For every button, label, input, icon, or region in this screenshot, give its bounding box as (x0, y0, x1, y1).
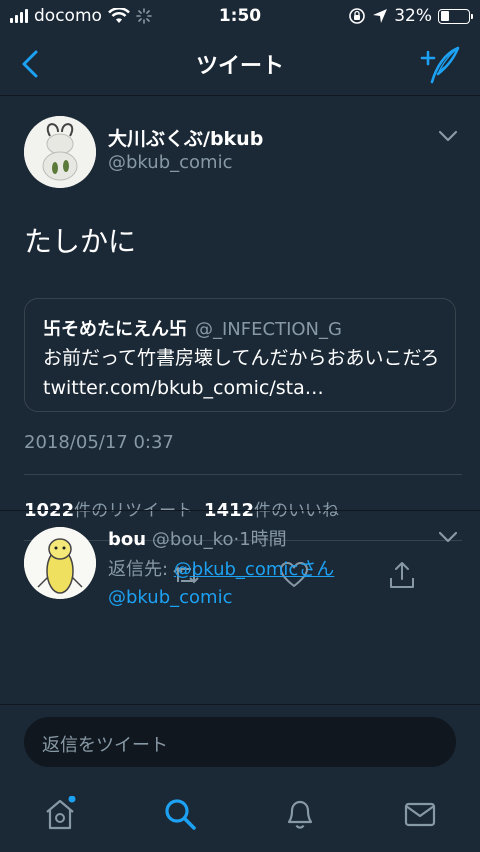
nav-bar: ツイート (0, 34, 480, 96)
orientation-lock-icon (349, 8, 366, 24)
notification-dot (68, 796, 76, 803)
reply-composer-bar: 返信をツイート (0, 704, 480, 782)
status-bar: docomo 1:50 32% (0, 0, 480, 34)
author-avatar[interactable] (24, 116, 96, 188)
tweet-text: たしかに (24, 225, 137, 258)
tab-bar (0, 782, 480, 852)
reply-author-avatar[interactable] (24, 527, 96, 599)
reply-author-handle[interactable]: @bou_ko (152, 529, 234, 550)
reply-author-name[interactable]: bou (108, 529, 146, 550)
quoted-tweet-header: 卐そめたにえん卐 @_INFECTION_G (43, 315, 342, 341)
author-handle[interactable]: @bkub_comic (108, 152, 232, 173)
battery-icon (438, 8, 473, 24)
location-icon (373, 9, 388, 23)
reply-composer-input[interactable]: 返信をツイート (24, 717, 456, 767)
chevron-down-icon[interactable] (438, 529, 458, 545)
author-name[interactable]: 大川ぶくぶ/bkub (108, 124, 263, 151)
page-title: ツイート (195, 54, 284, 79)
reply-header: bou @bou_ko·1時間 (108, 525, 287, 551)
reply-composer-placeholder: 返信をツイート (42, 735, 168, 756)
battery-fill (440, 11, 450, 21)
like-label[interactable]: 件のいいね (254, 501, 339, 521)
tweet-stats: 1022件のリツイート 1412件のいいね (24, 496, 339, 521)
divider (24, 474, 462, 475)
quoted-author-handle: @_INFECTION_G (195, 319, 342, 340)
reply-author-avatar-image (24, 527, 96, 599)
bell-icon[interactable] (282, 796, 318, 832)
tweet-timestamp: 2018/05/17 0:37 (24, 432, 174, 453)
author-avatar-image (24, 116, 96, 188)
reply-to-prefix: 返信先: (108, 559, 174, 580)
home-icon[interactable] (42, 796, 78, 832)
quoted-tweet[interactable]: 卐そめたにえん卐 @_INFECTION_G お前だって竹書房壊してんだからおあい… (24, 298, 456, 412)
share-icon[interactable] (387, 560, 417, 590)
quoted-author-name: 卐そめたにえん卐 (43, 319, 187, 340)
reply-text[interactable]: @bkub_comic (108, 587, 232, 608)
search-icon[interactable] (162, 796, 198, 832)
battery-percent: 32% (394, 6, 432, 26)
quoted-tweet-text: お前だって竹書房壊してんだからおあいこだろ twitter.com/bkub_c… (43, 347, 440, 399)
reply-to-link[interactable]: @bkub_comicさん (174, 559, 334, 580)
chevron-down-icon[interactable] (438, 128, 458, 144)
section-separator (0, 510, 480, 511)
retweet-label[interactable]: 件のリツイート (74, 501, 193, 521)
reply-time: 1時間 (239, 529, 287, 550)
reply-to-line: 返信先: @bkub_comicさん (108, 555, 334, 581)
messages-envelope-icon[interactable] (402, 796, 438, 832)
compose-quill-icon[interactable] (420, 44, 460, 84)
status-right: 32% (348, 6, 473, 26)
